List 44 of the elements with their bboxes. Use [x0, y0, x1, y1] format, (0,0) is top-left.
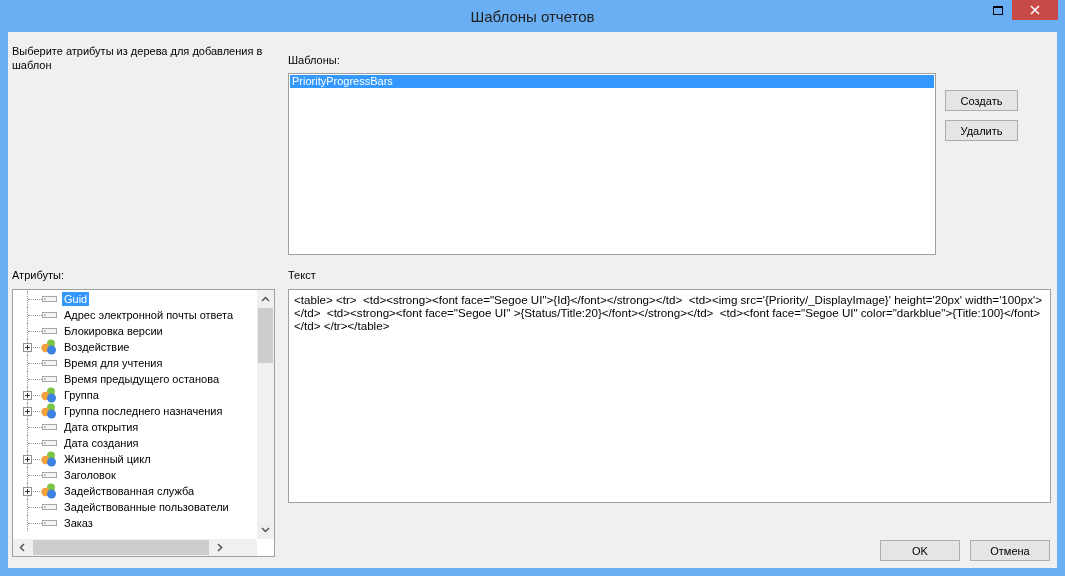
expand-icon[interactable] [23, 454, 32, 464]
group-icon [40, 387, 58, 403]
expand-icon[interactable] [23, 406, 32, 416]
attribute-item[interactable]: Дата создания [62, 436, 141, 450]
text-label: Текст [288, 269, 317, 282]
expand-icon[interactable] [23, 342, 32, 352]
scroll-thumb[interactable] [33, 540, 209, 555]
attribute-item[interactable]: Задействованная служба [62, 484, 197, 498]
template-text-field[interactable]: <table> <tr> <td><strong><font face="Segoe UI">{Id}</font></strong></td> <td><img src='{Priority/_DisplayImage}' height='20px' width='100px'></td> <td><strong><font face="Segoe UI" >{Status/Title:20}</font></strong></td> <td><font face="Segoe UI" color="darkblue">{Title:100}</font></td> </tr></table> [288, 289, 1051, 503]
vertical-scrollbar[interactable] [257, 290, 274, 539]
attribute-item[interactable]: Время для учтения [62, 356, 165, 370]
attribute-item[interactable]: Адрес электронной почты ответа [62, 308, 236, 322]
attribute-item[interactable]: Время предыдущего останова [62, 372, 221, 386]
expand-icon[interactable] [23, 486, 32, 496]
group-icon [40, 451, 58, 467]
scroll-down-icon[interactable] [261, 527, 270, 533]
close-icon [1030, 5, 1040, 15]
ok-button[interactable]: OK [880, 540, 960, 561]
attribute-item[interactable]: Блокировка версии [62, 324, 165, 338]
scroll-thumb[interactable] [258, 308, 273, 363]
instruction-text: Выберите атрибуты из дерева для добавления в шаблон [12, 44, 264, 72]
maximize-icon [993, 5, 1003, 15]
horizontal-scrollbar[interactable] [13, 539, 257, 556]
delete-button[interactable]: Удалить [945, 120, 1018, 141]
attribute-item[interactable]: Группа [62, 388, 101, 402]
attribute-item[interactable]: Жизненный цикл [62, 452, 153, 466]
attribute-item[interactable]: Группа последнего назначения [62, 404, 225, 418]
scroll-up-icon[interactable] [261, 296, 270, 302]
scroll-left-icon[interactable] [19, 543, 25, 552]
attribute-item[interactable]: Заказ [62, 516, 95, 530]
templates-label: Шаблоны: [288, 54, 341, 67]
attribute-item[interactable]: Дата открытия [62, 420, 141, 434]
attribute-item[interactable]: Заголовок [62, 468, 118, 482]
create-button[interactable]: Создать [945, 90, 1018, 111]
group-icon [40, 339, 58, 355]
attributes-label: Атрибуты: [12, 269, 65, 282]
group-icon [40, 483, 58, 499]
window-title: Шаблоны отчетов [470, 7, 595, 25]
cancel-button[interactable]: Отмена [970, 540, 1050, 561]
attribute-item[interactable]: Воздействие [62, 340, 132, 354]
group-icon [40, 403, 58, 419]
scroll-right-icon[interactable] [217, 543, 223, 552]
attribute-item[interactable]: Задействованные пользователи [62, 500, 231, 514]
expand-icon[interactable] [23, 390, 32, 400]
